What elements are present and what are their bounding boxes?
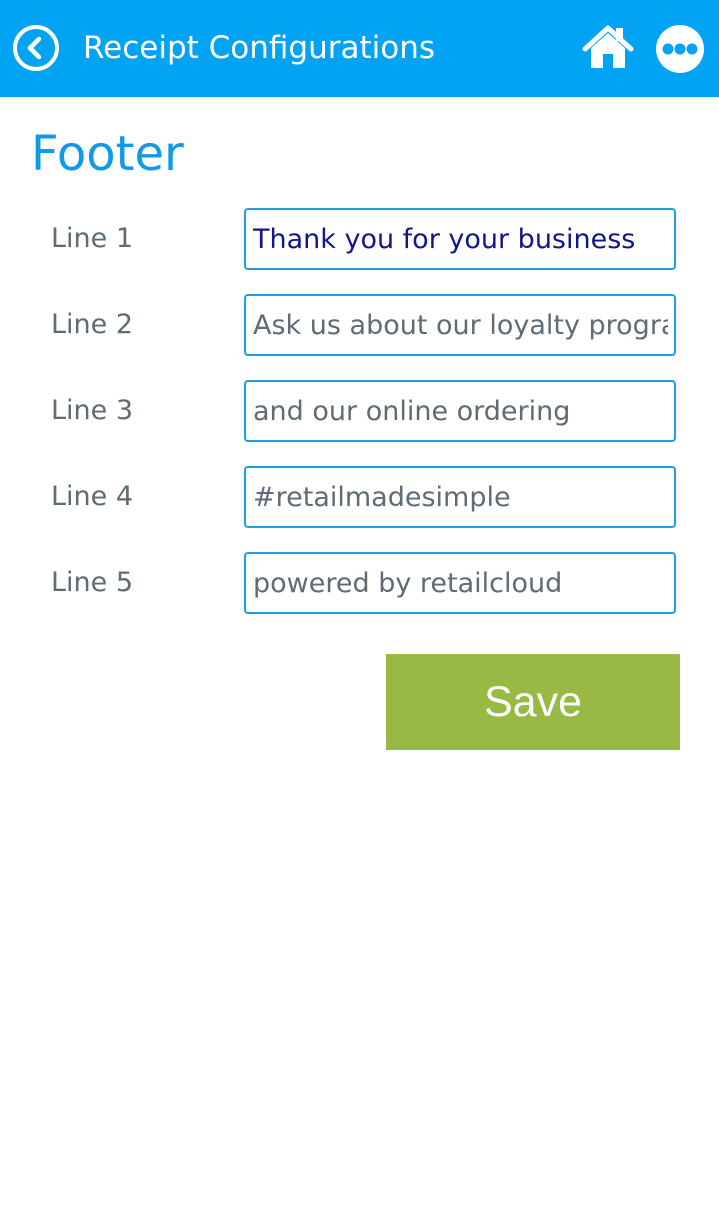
more-dots-icon (656, 25, 704, 73)
line-2-label: Line 2 (51, 309, 134, 340)
app-bar: Receipt Configurations (0, 0, 719, 97)
line-1-label: Line 1 (51, 223, 134, 254)
line-3-label: Line 3 (51, 395, 134, 426)
save-button[interactable]: Save (386, 654, 680, 750)
back-circle-icon (13, 25, 59, 71)
line-4-input[interactable] (244, 466, 676, 528)
line-2-input[interactable] (244, 294, 676, 356)
home-button[interactable] (582, 24, 634, 70)
line-5-label: Line 5 (51, 567, 134, 598)
more-options-button[interactable] (654, 23, 706, 75)
section-title: Footer (31, 126, 184, 182)
line-5-input[interactable] (244, 552, 676, 614)
page-title: Receipt Configurations (83, 30, 436, 66)
home-icon (582, 25, 634, 68)
line-4-label: Line 4 (51, 481, 134, 512)
line-3-input[interactable] (244, 380, 676, 442)
back-button[interactable] (12, 24, 60, 72)
line-1-input[interactable] (244, 208, 676, 270)
